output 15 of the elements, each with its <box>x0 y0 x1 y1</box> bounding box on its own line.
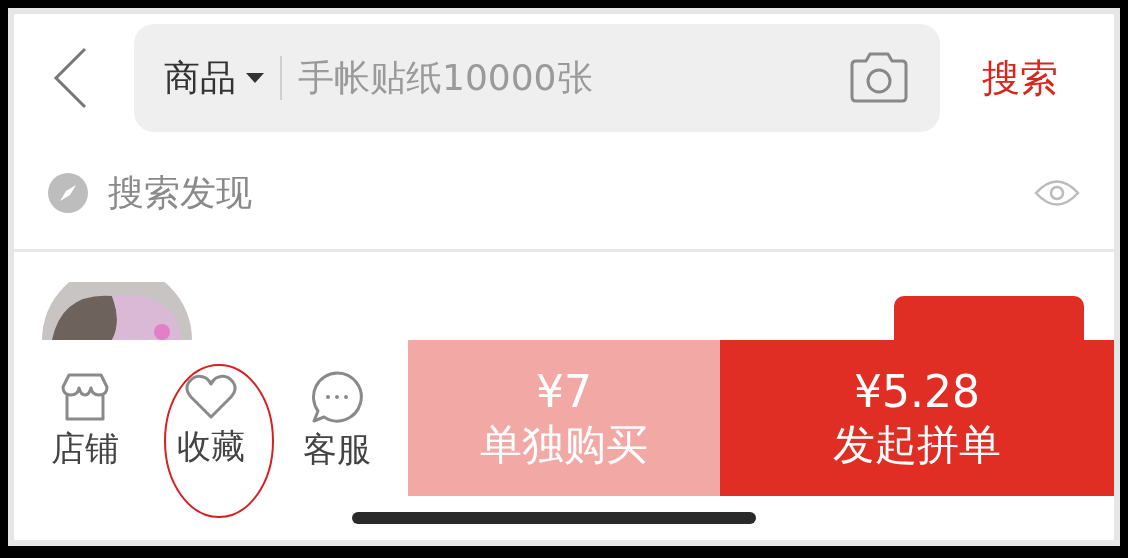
group-buy-button[interactable]: ¥5.28 发起拼单 <box>720 340 1114 496</box>
scope-selector[interactable]: 商品 <box>164 51 264 105</box>
back-icon[interactable] <box>52 46 88 110</box>
search-input[interactable]: 手帐贴纸10000张 <box>298 51 848 105</box>
chat-bubble-icon <box>310 370 364 424</box>
heart-icon <box>184 373 238 421</box>
camera-icon[interactable] <box>848 51 910 105</box>
caret-icon <box>246 73 264 83</box>
search-field[interactable]: 商品 手帐贴纸10000张 <box>134 24 940 132</box>
eye-icon[interactable] <box>1034 177 1080 208</box>
search-button[interactable]: 搜索 <box>982 49 1058 107</box>
bottom-action[interactable]: 店铺 <box>51 371 119 465</box>
compass-icon <box>48 172 88 213</box>
bottom-action[interactable]: 客服 <box>303 370 371 466</box>
discover-title: 搜索发现 <box>108 170 252 215</box>
